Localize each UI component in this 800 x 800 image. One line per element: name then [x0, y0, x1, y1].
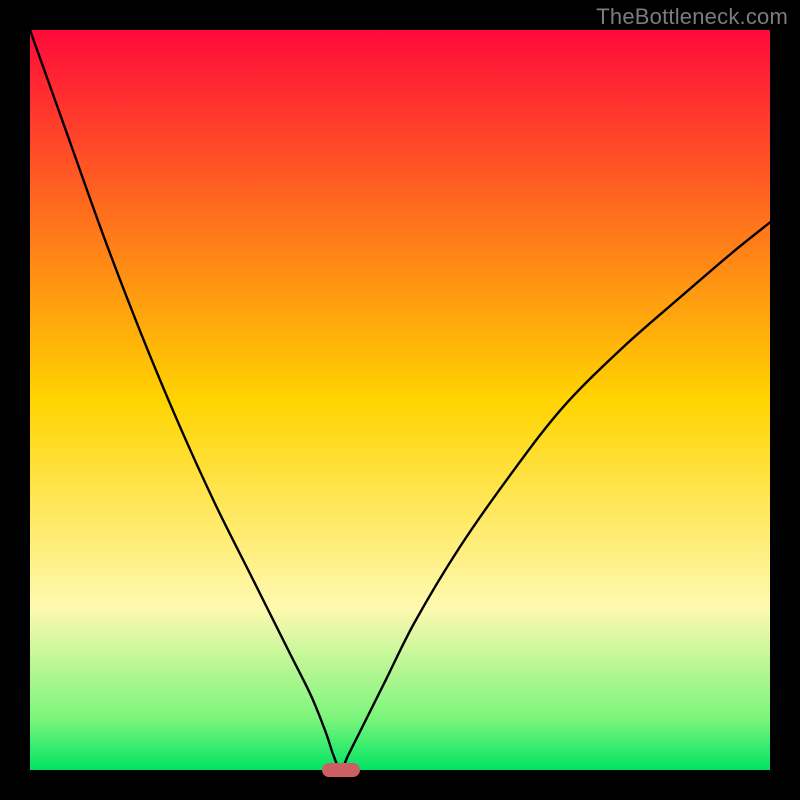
plot-area: [30, 30, 770, 770]
plot-svg: [30, 30, 770, 770]
chart-frame: TheBottleneck.com: [0, 0, 800, 800]
plot-background: [30, 30, 770, 770]
optimal-marker: [322, 763, 360, 777]
watermark-text: TheBottleneck.com: [596, 4, 788, 30]
